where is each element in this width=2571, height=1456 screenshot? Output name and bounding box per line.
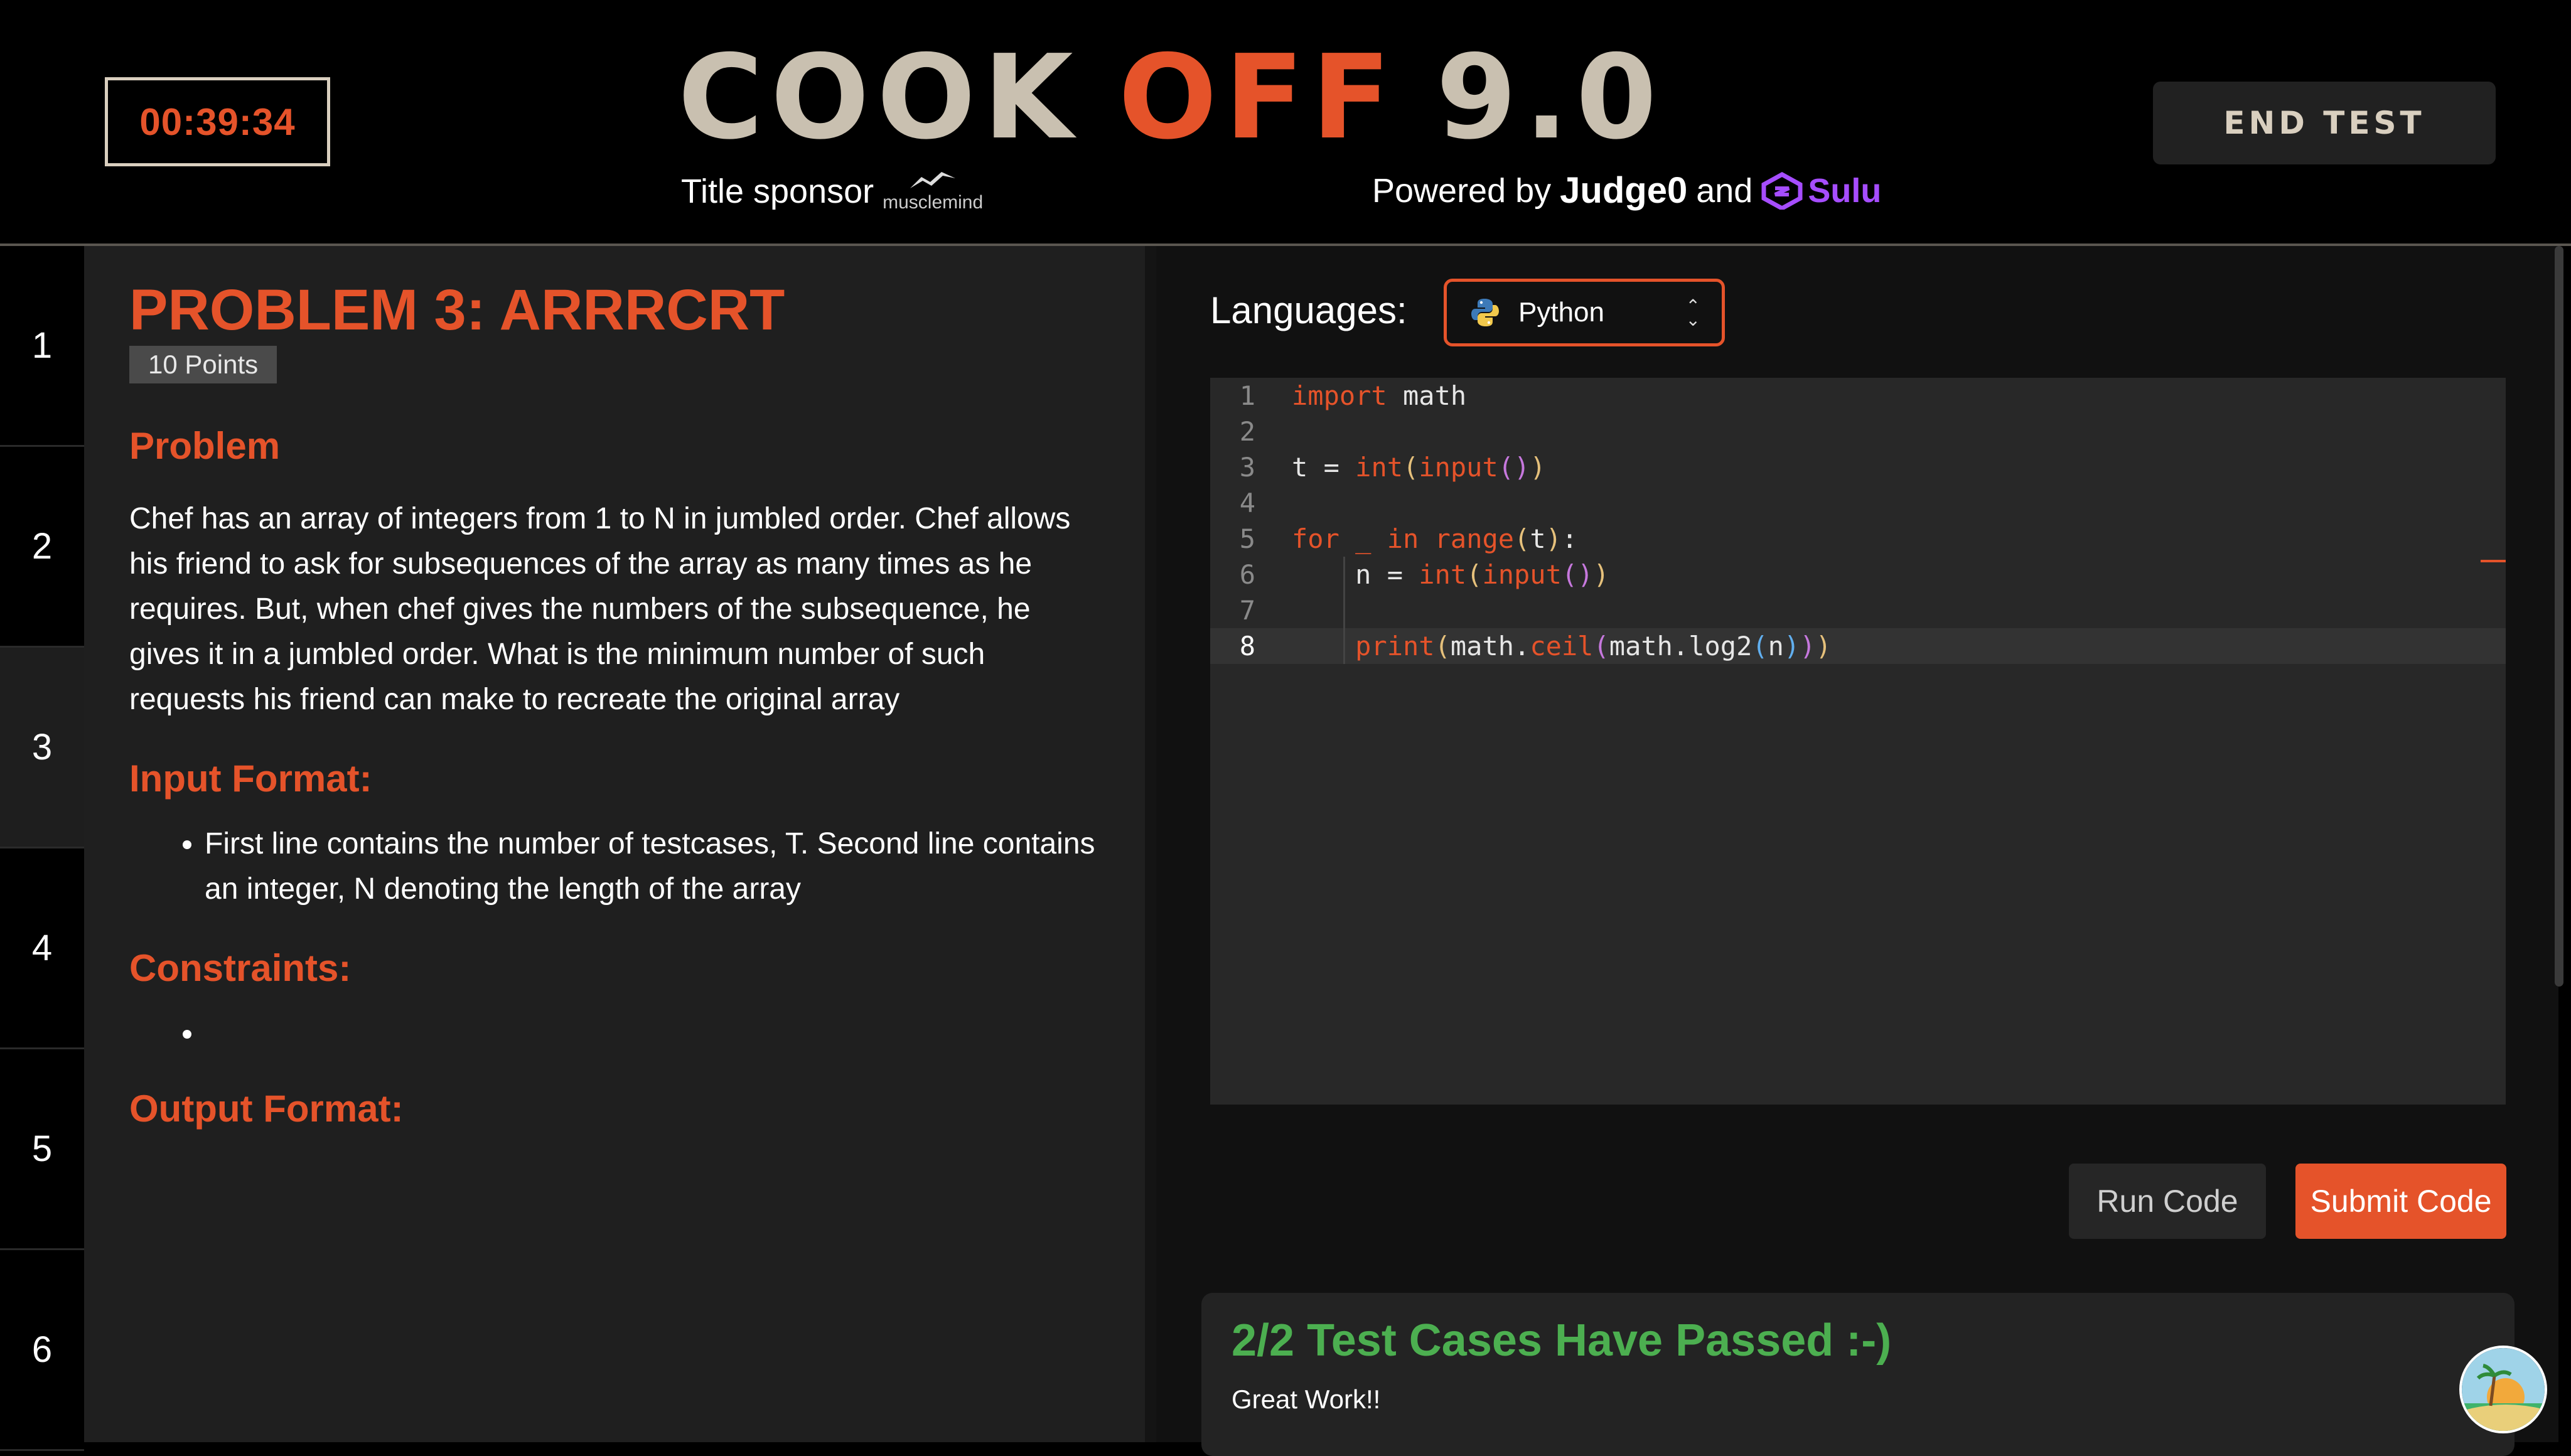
- problem-pane: PROBLEM 3: ARRRCRT 10 Points Problem Che…: [84, 246, 1145, 1442]
- input-format-heading: Input Format:: [129, 757, 372, 800]
- code-line: 7: [1210, 592, 2506, 628]
- logo-word-cook: COOK: [678, 29, 1081, 165]
- title-sponsor: Title sponsor musclemind: [681, 169, 983, 213]
- sponsor-name: musclemind: [883, 192, 984, 213]
- result-title: 2/2 Test Cases Have Passed :-): [1232, 1315, 1892, 1366]
- result-panel: 2/2 Test Cases Have Passed :-) Great Wor…: [1201, 1293, 2515, 1456]
- end-test-button[interactable]: END TEST: [2153, 82, 2496, 164]
- logo-word-off: OFF: [1118, 29, 1398, 165]
- pane-divider[interactable]: [1145, 246, 1156, 1442]
- selected-language: Python: [1518, 297, 1604, 328]
- points-badge: 10 Points: [129, 346, 277, 384]
- musclemind-logo: musclemind: [883, 169, 983, 213]
- avatar[interactable]: [2459, 1346, 2547, 1433]
- list-item: First line contains the number of testca…: [205, 822, 1108, 912]
- constraints-heading: Constraints:: [129, 947, 352, 990]
- line-number: 2: [1239, 416, 1255, 447]
- code-text: n = int(input()): [1292, 559, 1609, 590]
- judge0-logo: Judge0: [1560, 170, 1688, 211]
- line-number: 3: [1239, 452, 1255, 483]
- logo-word-version: 9.0: [1436, 29, 1665, 165]
- sulu-name: Sulu: [1808, 171, 1882, 210]
- line-number: 7: [1239, 595, 1255, 626]
- run-code-button[interactable]: Run Code: [2069, 1164, 2266, 1239]
- submit-code-button[interactable]: Submit Code: [2295, 1164, 2506, 1239]
- problem-sidebar: 1 2 3 4 5 6: [0, 246, 84, 1451]
- powered-by: Powered by Judge0 and Sulu: [1372, 169, 1881, 211]
- cookoff-logo: COOK OFF 9.0: [678, 38, 1664, 157]
- code-line: 3 t = int(input()): [1210, 449, 2506, 485]
- sulu-logo: Sulu: [1761, 171, 1881, 210]
- constraints-list: [129, 1011, 1145, 1056]
- and-text: and: [1696, 171, 1753, 210]
- code-text: for _ in range(t):: [1292, 523, 1578, 554]
- editor-pane: Languages: Python ⌃ ⌄ 1 import math 2 3 t…: [1156, 246, 2563, 1456]
- line-number: 1: [1239, 380, 1255, 411]
- language-select[interactable]: Python ⌃ ⌄: [1444, 279, 1725, 346]
- sidebar-item-2[interactable]: 2: [0, 447, 84, 648]
- code-line: 1 import math: [1210, 378, 2506, 414]
- code-text: print(math.ceil(math.log2(n))): [1355, 631, 1832, 661]
- python-icon: [1471, 299, 1499, 326]
- scroll-marker: [2481, 560, 2506, 562]
- code-line: 4: [1210, 485, 2506, 521]
- header: 00:39:34 COOK OFF 9.0 Title sponsor musc…: [0, 0, 2571, 246]
- problem-statement: Chef has an array of integers from 1 to …: [129, 502, 1071, 717]
- languages-label: Languages:: [1210, 289, 1407, 331]
- problem-heading: Problem: [129, 425, 281, 468]
- line-number: 4: [1239, 488, 1255, 518]
- sidebar-item-1[interactable]: 1: [0, 246, 84, 447]
- chevron-updown-icon: ⌃ ⌄: [1685, 296, 1700, 329]
- sulu-icon: [1761, 171, 1803, 210]
- code-text: import math: [1292, 380, 1467, 411]
- code-line: 2: [1210, 414, 2506, 449]
- problem-title: PROBLEM 3: ARRRCRT: [129, 278, 785, 342]
- page-scrollbar[interactable]: [2555, 246, 2563, 987]
- line-number: 6: [1239, 559, 1255, 590]
- countdown-timer: 00:39:34: [105, 77, 330, 166]
- code-text: t = int(input()): [1292, 452, 1546, 483]
- input-format-list: First line contains the number of testca…: [129, 822, 1108, 912]
- sidebar-item-6[interactable]: 6: [0, 1250, 84, 1451]
- code-line: 6 n = int(input()): [1210, 557, 2506, 592]
- list-item: [205, 1011, 1145, 1056]
- code-editor[interactable]: 1 import math 2 3 t = int(input()) 4 5 f…: [1210, 378, 2506, 1105]
- sidebar-item-5[interactable]: 5: [0, 1049, 84, 1250]
- result-subtitle: Great Work!!: [1232, 1384, 1381, 1414]
- sidebar-item-3[interactable]: 3: [0, 648, 84, 848]
- line-number: 8: [1239, 631, 1255, 661]
- code-line-current: 8 print(math.ceil(math.log2(n))): [1210, 628, 2506, 664]
- line-number: 5: [1239, 523, 1255, 554]
- musclemind-icon: [910, 172, 956, 188]
- output-format-heading: Output Format:: [129, 1088, 404, 1130]
- code-line: 5 for _ in range(t):: [1210, 521, 2506, 557]
- title-sponsor-label: Title sponsor: [681, 173, 874, 210]
- powered-by-label: Powered by: [1372, 171, 1552, 210]
- indent-guide: [1343, 557, 1345, 664]
- sidebar-item-4[interactable]: 4: [0, 848, 84, 1049]
